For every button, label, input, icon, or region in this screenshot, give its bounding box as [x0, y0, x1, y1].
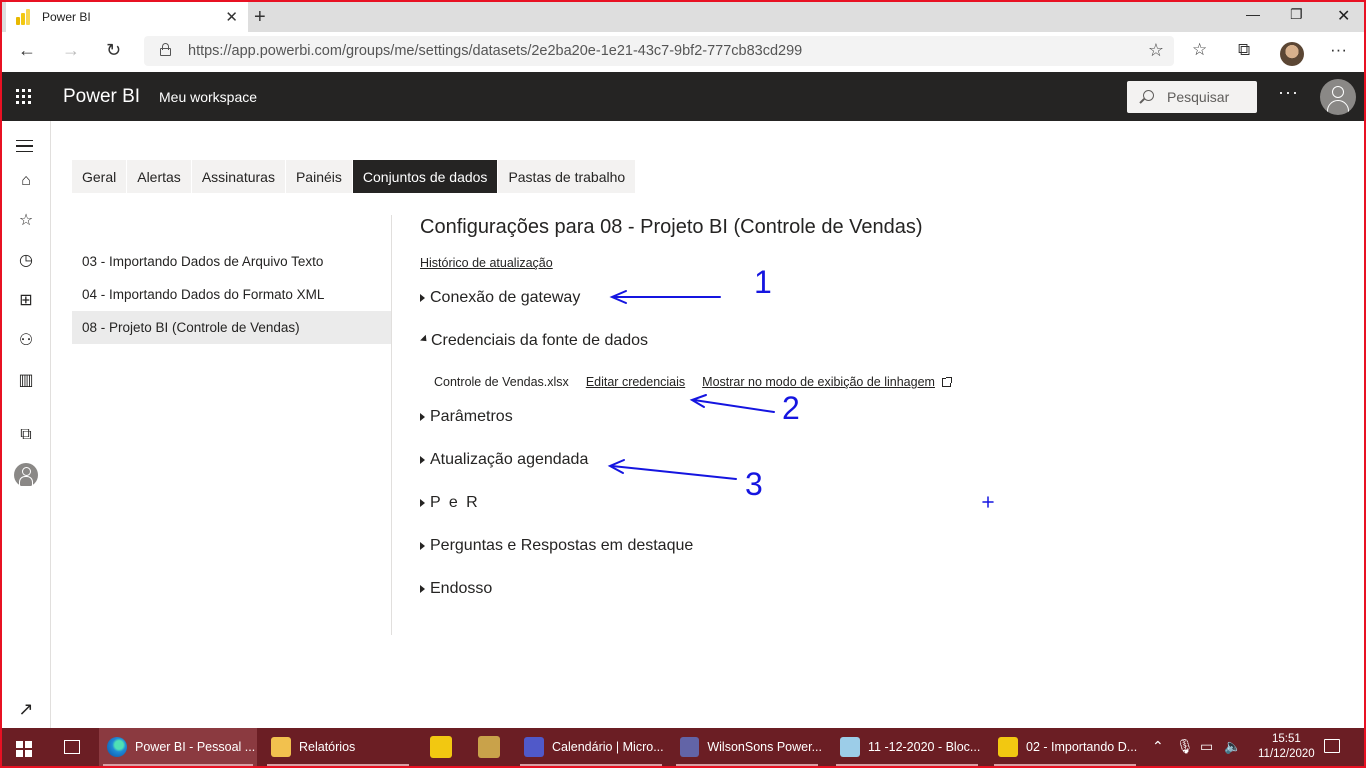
- annotation-label-1: 1: [754, 264, 772, 300]
- taskbar-item-explorer[interactable]: Relatórios: [263, 728, 413, 766]
- annotation-arrow-1: [609, 290, 721, 304]
- browser-window: Power BI ✕ + — ❐ ✕ ← → ↻ https://app.pow…: [2, 2, 1364, 766]
- annotation-layer: [607, 290, 994, 508]
- plus-cursor-icon: [982, 496, 994, 508]
- taskbar-item-edge[interactable]: Power BI - Pessoal ...: [99, 728, 257, 766]
- notification-center-icon[interactable]: [1324, 739, 1340, 753]
- annotation-arrow-3: [607, 459, 737, 480]
- taskbar-item-notepad[interactable]: 11 -12-2020 - Bloc...: [832, 728, 982, 766]
- taskbar-item-powerbi-desktop[interactable]: 02 - Importando D...: [990, 728, 1140, 766]
- notepad-icon: [840, 737, 860, 757]
- task-view-icon[interactable]: [64, 740, 80, 754]
- annotation-label-3: 3: [745, 466, 763, 502]
- teams-icon: [680, 737, 700, 757]
- annotation-label-2: 2: [782, 390, 800, 426]
- chevron-up-icon[interactable]: ⌃: [1152, 738, 1164, 755]
- folder-icon: [271, 737, 291, 757]
- taskbar-item-teams[interactable]: WilsonSons Power...: [672, 728, 822, 766]
- taskbar: Power BI - Pessoal ... Relatórios Calend…: [2, 728, 1364, 766]
- volume-icon[interactable]: 🔈: [1224, 738, 1241, 755]
- teams-icon: [524, 737, 544, 757]
- network-icon[interactable]: ▭: [1200, 738, 1213, 755]
- microphone-icon[interactable]: 🎙: [1176, 738, 1194, 755]
- pinned-app-icon[interactable]: [478, 736, 500, 758]
- pinned-app-icon[interactable]: [430, 736, 452, 758]
- edge-icon: [107, 737, 127, 757]
- clock-time: 15:51: [1271, 733, 1301, 745]
- taskbar-item-calendar[interactable]: Calendário | Micro...: [516, 728, 666, 766]
- annotation-arrow-2: [689, 394, 775, 413]
- clock-date: 11/12/2020: [1258, 748, 1315, 760]
- power-bi-icon: [998, 737, 1018, 757]
- clock[interactable]: 15:51 11/12/2020: [1258, 732, 1315, 762]
- start-windows-icon[interactable]: [16, 741, 32, 757]
